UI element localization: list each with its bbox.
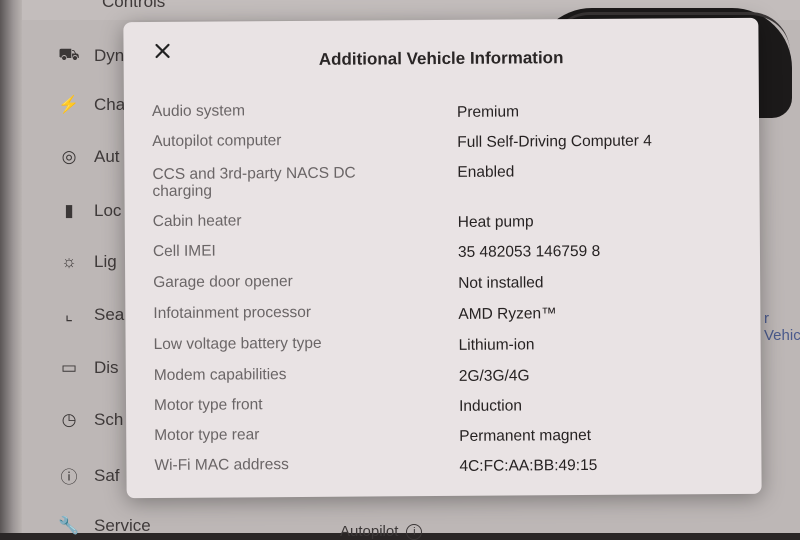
- info-label: Audio system: [151, 102, 246, 121]
- steering-wheel-icon: ◎: [61, 147, 77, 166]
- info-value: Full Self-Driving Computer 4: [457, 132, 652, 151]
- sun-icon: ☼: [61, 252, 77, 271]
- info-circle-icon: ⓘ: [60, 468, 78, 487]
- menu-item-autopilot[interactable]: ◎ Aut: [58, 147, 120, 167]
- car-dynamics-icon: ⛟: [58, 45, 80, 64]
- menu-item-lights[interactable]: ☼ Lig: [58, 252, 117, 272]
- dialog-title: Additional Vehicle Information: [318, 48, 564, 69]
- menu-item-seats[interactable]: ⌞ Sea: [58, 305, 124, 325]
- additional-vehicle-info-dialog: Additional Vehicle Information Audio sys…: [123, 17, 762, 499]
- info-row: Audio system Premium: [152, 96, 732, 130]
- wrench-icon: 🔧: [58, 516, 80, 535]
- info-value: AMD Ryzen™: [458, 305, 557, 323]
- menu-item-label: Cha: [94, 95, 126, 114]
- menu-item-display[interactable]: ▭ Dis: [58, 358, 119, 378]
- info-value: Heat pump: [457, 213, 534, 231]
- autopilot-label: Autopilot: [340, 523, 399, 540]
- vehicle-info-list: Audio system Premium Autopilot computer …: [152, 96, 735, 484]
- menu-item-locks[interactable]: ▮ Loc: [58, 201, 121, 221]
- info-row: Motor type front Induction: [154, 390, 734, 424]
- autopilot-section-label: Autopilot i: [340, 523, 423, 540]
- info-icon[interactable]: i: [406, 523, 423, 540]
- menu-item-charging[interactable]: ⚡ Cha: [58, 95, 125, 115]
- info-value: 35 482053 146759 8: [457, 242, 601, 261]
- info-value: Enabled: [457, 163, 515, 181]
- menu-item-label: Dis: [94, 358, 119, 377]
- info-row: Wi-Fi MAC address 4C:FC:AA:BB:49:15: [154, 450, 734, 484]
- lock-icon: ▮: [64, 201, 74, 220]
- screen-bezel: [0, 0, 22, 533]
- vehicle-info-link[interactable]: r Vehic: [764, 310, 800, 344]
- info-value: Lithium-ion: [458, 336, 535, 354]
- info-row: Motor type rear Permanent magnet: [154, 420, 734, 454]
- menu-item-label: Aut: [94, 147, 120, 166]
- menu-item-label: Service: [94, 516, 151, 535]
- info-value: Premium: [456, 103, 520, 121]
- info-row: CCS and 3rd-party NACS DC charging Enabl…: [152, 156, 732, 210]
- menu-item-label: Sch: [94, 410, 124, 429]
- info-label: Modem capabilities: [153, 366, 287, 385]
- lightning-bolt-icon: ⚡: [58, 95, 80, 114]
- info-row: Modem capabilities 2G/3G/4G: [154, 360, 734, 394]
- info-row: Low voltage battery type Lithium-ion: [154, 329, 734, 364]
- info-label: Motor type rear: [154, 426, 260, 445]
- info-label: Autopilot computer: [152, 132, 282, 151]
- info-label: Motor type front: [153, 396, 263, 415]
- info-label: CCS and 3rd-party NACS DC charging: [152, 164, 356, 201]
- info-label: Infotainment processor: [153, 303, 312, 323]
- alarm-clock-icon: ◷: [61, 410, 77, 429]
- seat-icon: ⌞: [65, 305, 73, 324]
- menu-item-label: Saf: [94, 465, 120, 485]
- menu-item-safety[interactable]: ⓘ Saf: [58, 463, 120, 488]
- info-label: Cabin heater: [152, 212, 242, 231]
- info-value: 4C:FC:AA:BB:49:15: [459, 456, 598, 475]
- info-row: Cabin heater Heat pump: [153, 206, 733, 240]
- info-value: Induction: [458, 397, 523, 415]
- menu-item-controls[interactable]: Controls: [102, 0, 165, 12]
- info-value: Permanent magnet: [459, 426, 592, 445]
- menu-item-label: Lig: [94, 252, 117, 271]
- info-value: 2G/3G/4G: [458, 367, 530, 385]
- menu-item-schedule[interactable]: ◷ Sch: [58, 410, 124, 430]
- info-label: Low voltage battery type: [153, 334, 322, 354]
- menu-item-label: Dyn: [94, 46, 125, 65]
- info-row: Autopilot computer Full Self-Driving Com…: [152, 126, 732, 160]
- menu-item-label: Sea: [94, 305, 125, 324]
- info-row: Cell IMEI 35 482053 146759 8: [153, 236, 733, 271]
- menu-item-dynamics[interactable]: ⛟ Dyn: [58, 45, 124, 67]
- info-row: Infotainment processor AMD Ryzen™: [153, 298, 733, 333]
- info-label: Wi-Fi MAC address: [154, 456, 289, 475]
- info-label: Garage door opener: [153, 273, 293, 292]
- info-label: Cell IMEI: [152, 242, 216, 261]
- info-value: Not installed: [458, 274, 544, 292]
- info-row: Garage door opener Not installed: [153, 267, 733, 302]
- menu-item-label: Loc: [94, 201, 122, 220]
- menu-item-service[interactable]: 🔧 Service: [58, 516, 151, 536]
- menu-item-label: Controls: [102, 0, 166, 11]
- display-icon: ▭: [60, 358, 78, 377]
